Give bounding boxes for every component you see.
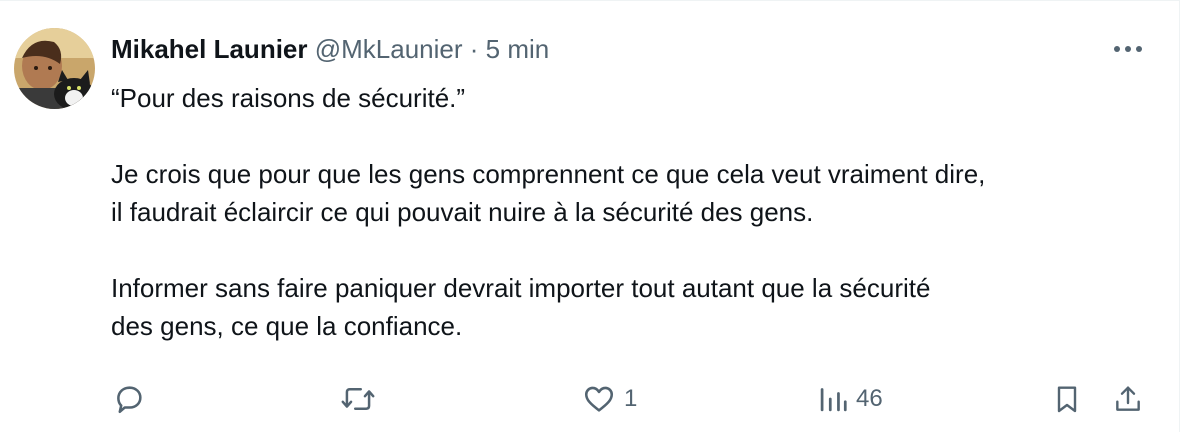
like-button[interactable]: 1 (582, 377, 637, 421)
view-count: 46 (856, 385, 883, 412)
author-handle[interactable]: @MkLaunier (315, 34, 463, 64)
bar-chart-icon (820, 388, 847, 412)
paragraph-3: Informer sans faire paniquer devrait imp… (111, 269, 1161, 345)
avatar-photo (14, 28, 95, 109)
tweet-card[interactable]: Mikahel Launier @MkLaunier · 5 min “Pour… (0, 0, 1180, 432)
heart-icon (584, 386, 614, 412)
text-line: Informer sans faire paniquer devrait imp… (111, 273, 931, 303)
action-bar: 1 46 (0, 377, 1180, 421)
bookmark-button[interactable] (1051, 377, 1083, 421)
tweet-text: “Pour des raisons de sécurité.” Je crois… (111, 79, 1161, 345)
share-button[interactable] (1112, 377, 1144, 421)
reply-bubble-icon (117, 386, 142, 414)
avatar[interactable] (14, 28, 95, 109)
more-horizontal-icon (1114, 46, 1142, 52)
text-line: “Pour des raisons de sécurité.” (111, 83, 466, 113)
text-line: il faudrait éclaircir ce qui pouvait nui… (111, 197, 814, 227)
paragraph-2: Je crois que pour que les gens comprenne… (111, 155, 1161, 231)
author-name[interactable]: Mikahel Launier (111, 34, 308, 64)
reply-button[interactable] (112, 377, 154, 421)
timestamp[interactable]: 5 min (486, 34, 550, 64)
more-options-button[interactable] (1106, 31, 1150, 67)
text-line: des gens, ce que la confiance. (111, 311, 463, 341)
repost-button[interactable] (340, 377, 384, 421)
tweet-header: Mikahel Launier @MkLaunier · 5 min (111, 32, 549, 66)
bookmark-icon (1057, 386, 1077, 413)
paragraph-1: “Pour des raisons de sécurité.” (111, 79, 1161, 117)
like-count: 1 (624, 385, 638, 412)
share-upload-icon (1116, 386, 1140, 411)
text-line: Je crois que pour que les gens comprenne… (111, 159, 986, 189)
repost-arrows-icon (341, 388, 375, 410)
views-button[interactable]: 46 (818, 377, 883, 421)
separator-dot: · (469, 34, 479, 64)
